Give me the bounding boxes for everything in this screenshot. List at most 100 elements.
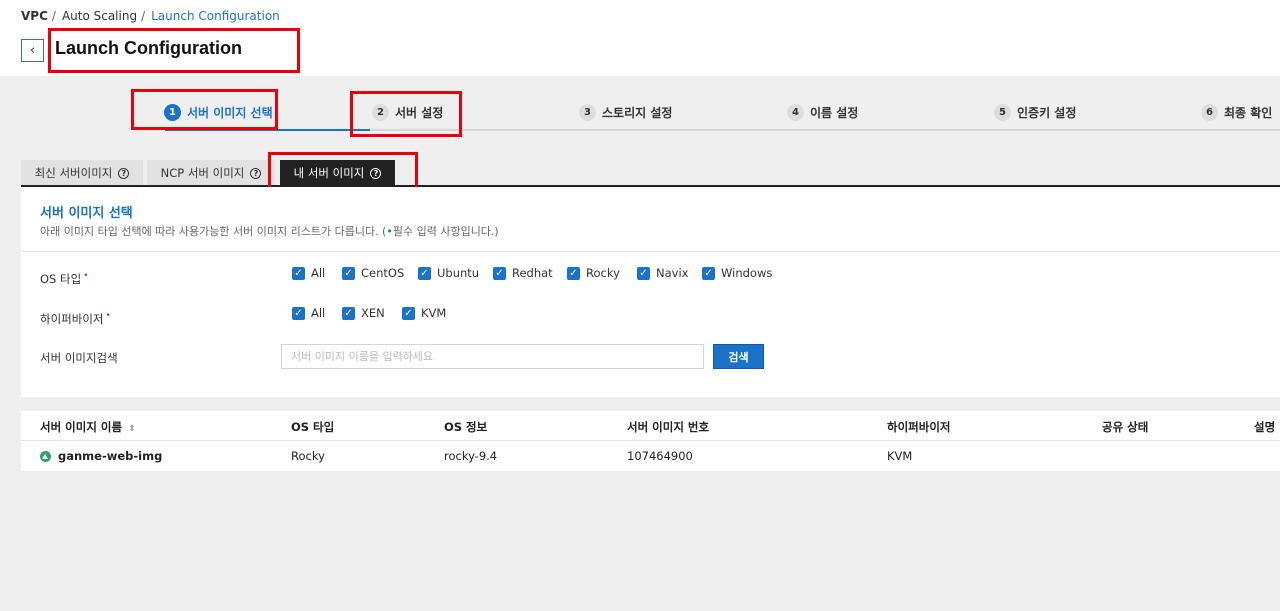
step-label: 스토리지 설정 [602, 106, 673, 120]
checkbox-label: Ubuntu [437, 266, 480, 280]
column-header-image-name[interactable]: 서버 이미지 이름 ⬍ [40, 419, 136, 435]
checkbox-label: All [311, 306, 326, 320]
steps-active-track [165, 129, 370, 131]
tab-ncp-server-image[interactable]: NCP 서버 이미지? [147, 160, 275, 186]
step-storage-settings[interactable]: 3 스토리지 설정 [579, 104, 672, 121]
checkbox-hv-kvm[interactable]: ✓ KVM [402, 306, 462, 320]
os-type-checkboxes: ✓ All ✓ CentOS ✓ Ubuntu ✓ Redhat ✓ Rocky ✓ Nav… [292, 266, 782, 280]
step-number: 3 [579, 104, 596, 121]
description-tail: 필수 입력 사항입니다.) [392, 225, 499, 238]
column-header-image-no: 서버 이미지 번호 [627, 420, 710, 434]
cell-os-type: Rocky [291, 449, 325, 463]
checkbox-os-centos[interactable]: ✓ CentOS [342, 266, 418, 280]
cell-image-name[interactable]: ganme-web-img [40, 449, 162, 463]
checkbox-os-redhat[interactable]: ✓ Redhat [493, 266, 567, 280]
step-number: 2 [372, 104, 389, 121]
tab-label: NCP 서버 이미지 [160, 166, 245, 180]
help-icon[interactable]: ? [370, 167, 382, 179]
check-icon[interactable]: ✓ [567, 266, 580, 280]
image-name-text: ganme-web-img [58, 449, 163, 463]
tab-label: 최신 서버이미지 [34, 166, 113, 180]
required-dot: • [105, 311, 111, 321]
step-auth-key-settings[interactable]: 5 인증키 설정 [994, 104, 1076, 121]
checkbox-label: Redhat [512, 266, 553, 280]
wizard-steps: 1 서버 이미지 선택 2 서버 설정 3 스토리지 설정 4 이름 설정 5 인증키 설… [0, 90, 1280, 132]
cell-os-info: rocky-9.4 [444, 449, 498, 463]
checkbox-os-all[interactable]: ✓ All [292, 266, 342, 280]
breadcrumb-separator: / [51, 9, 56, 23]
column-header-os-type: OS 타입 [291, 420, 335, 434]
table-row[interactable]: ganme-web-img Rocky rocky-9.4 107464900 … [21, 441, 1280, 471]
page-title: Launch Configuration [55, 38, 242, 58]
step-label: 최종 확인 [1224, 106, 1273, 120]
search-label: 서버 이미지검색 [40, 351, 118, 365]
checkbox-os-navix[interactable]: ✓ Navix [637, 266, 702, 280]
help-icon[interactable]: ? [250, 167, 262, 179]
step-name-settings[interactable]: 4 이름 설정 [787, 104, 858, 121]
breadcrumb-current: Launch Configuration [151, 9, 280, 23]
checkbox-os-windows[interactable]: ✓ Windows [702, 266, 782, 280]
divider [21, 251, 1280, 252]
tab-label: 내 서버 이미지 [293, 166, 365, 180]
column-header-os-info: OS 정보 [444, 420, 488, 434]
chevron-left-icon: ‹ [29, 43, 36, 58]
column-header-description: 설명 [1254, 420, 1276, 434]
step-number: 1 [164, 104, 181, 121]
back-button[interactable]: ‹ [21, 39, 44, 62]
server-image-search-input[interactable] [281, 344, 704, 369]
hypervisor-label: 하이퍼바이저 • [40, 311, 111, 327]
check-icon[interactable]: ✓ [342, 266, 355, 280]
breadcrumb-separator: / [141, 9, 146, 23]
tab-my-server-image[interactable]: 내 서버 이미지? [280, 160, 395, 186]
checkbox-label: KVM [421, 306, 447, 320]
cell-image-no: 107464900 [627, 449, 693, 463]
checkbox-os-rocky[interactable]: ✓ Rocky [567, 266, 637, 280]
checkbox-label: All [311, 266, 326, 280]
step-label: 서버 설정 [395, 106, 444, 120]
hypervisor-checkboxes: ✓ All ✓ XEN ✓ KVM [292, 306, 462, 320]
checkbox-label: XEN [361, 306, 385, 320]
check-icon[interactable]: ✓ [342, 306, 355, 320]
hypervisor-label-text: 하이퍼바이저 [40, 312, 104, 326]
step-label: 이름 설정 [810, 106, 859, 120]
table-header: 서버 이미지 이름 ⬍ OS 타입 OS 정보 서버 이미지 번호 하이퍼바이저 … [21, 411, 1280, 441]
search-button[interactable]: 검색 [713, 344, 764, 369]
description-text: 아래 이미지 타입 선택에 따라 사용가능한 서버 이미지 리스트가 다릅니다.… [40, 225, 387, 238]
step-server-image[interactable]: 1 서버 이미지 선택 [164, 104, 273, 121]
step-number: 6 [1201, 104, 1218, 121]
cell-hypervisor: KVM [887, 449, 913, 463]
breadcrumb-vpc[interactable]: VPC [21, 9, 48, 23]
os-type-label: OS 타입 • [40, 271, 88, 287]
column-label: 서버 이미지 이름 [40, 420, 123, 434]
checkbox-label: Windows [721, 266, 773, 280]
section-description: 아래 이미지 타입 선택에 따라 사용가능한 서버 이미지 리스트가 다릅니다.… [40, 223, 499, 239]
check-icon[interactable]: ✓ [493, 266, 506, 280]
step-number: 5 [994, 104, 1011, 121]
checkbox-hv-xen[interactable]: ✓ XEN [342, 306, 402, 320]
check-icon[interactable]: ✓ [292, 266, 305, 280]
breadcrumb-auto-scaling[interactable]: Auto Scaling [62, 9, 137, 23]
checkbox-label: Navix [656, 266, 689, 280]
step-label: 서버 이미지 선택 [187, 106, 273, 120]
check-icon[interactable]: ✓ [292, 306, 305, 320]
checkbox-label: Rocky [586, 266, 620, 280]
server-image-table: 서버 이미지 이름 ⬍ OS 타입 OS 정보 서버 이미지 번호 하이퍼바이저 … [21, 411, 1280, 471]
step-server-settings[interactable]: 2 서버 설정 [372, 104, 443, 121]
tab-latest-server-image[interactable]: 최신 서버이미지? [21, 160, 143, 186]
check-icon[interactable]: ✓ [637, 266, 650, 280]
required-dot: • [83, 271, 89, 281]
checkbox-label: CentOS [361, 266, 405, 280]
checkbox-os-ubuntu[interactable]: ✓ Ubuntu [418, 266, 493, 280]
sort-icon[interactable]: ⬍ [128, 424, 136, 434]
status-running-icon [40, 450, 51, 462]
os-type-label-text: OS 타입 [40, 272, 82, 286]
filter-panel: 서버 이미지 선택 아래 이미지 타입 선택에 따라 사용가능한 서버 이미지 … [21, 187, 1280, 397]
check-icon[interactable]: ✓ [702, 266, 715, 280]
step-final-confirm[interactable]: 6 최종 확인 [1201, 104, 1272, 121]
check-icon[interactable]: ✓ [418, 266, 431, 280]
check-icon[interactable]: ✓ [402, 306, 415, 320]
help-icon[interactable]: ? [118, 167, 130, 179]
checkbox-hv-all[interactable]: ✓ All [292, 306, 342, 320]
step-number: 4 [787, 104, 804, 121]
section-title: 서버 이미지 선택 [40, 206, 133, 221]
